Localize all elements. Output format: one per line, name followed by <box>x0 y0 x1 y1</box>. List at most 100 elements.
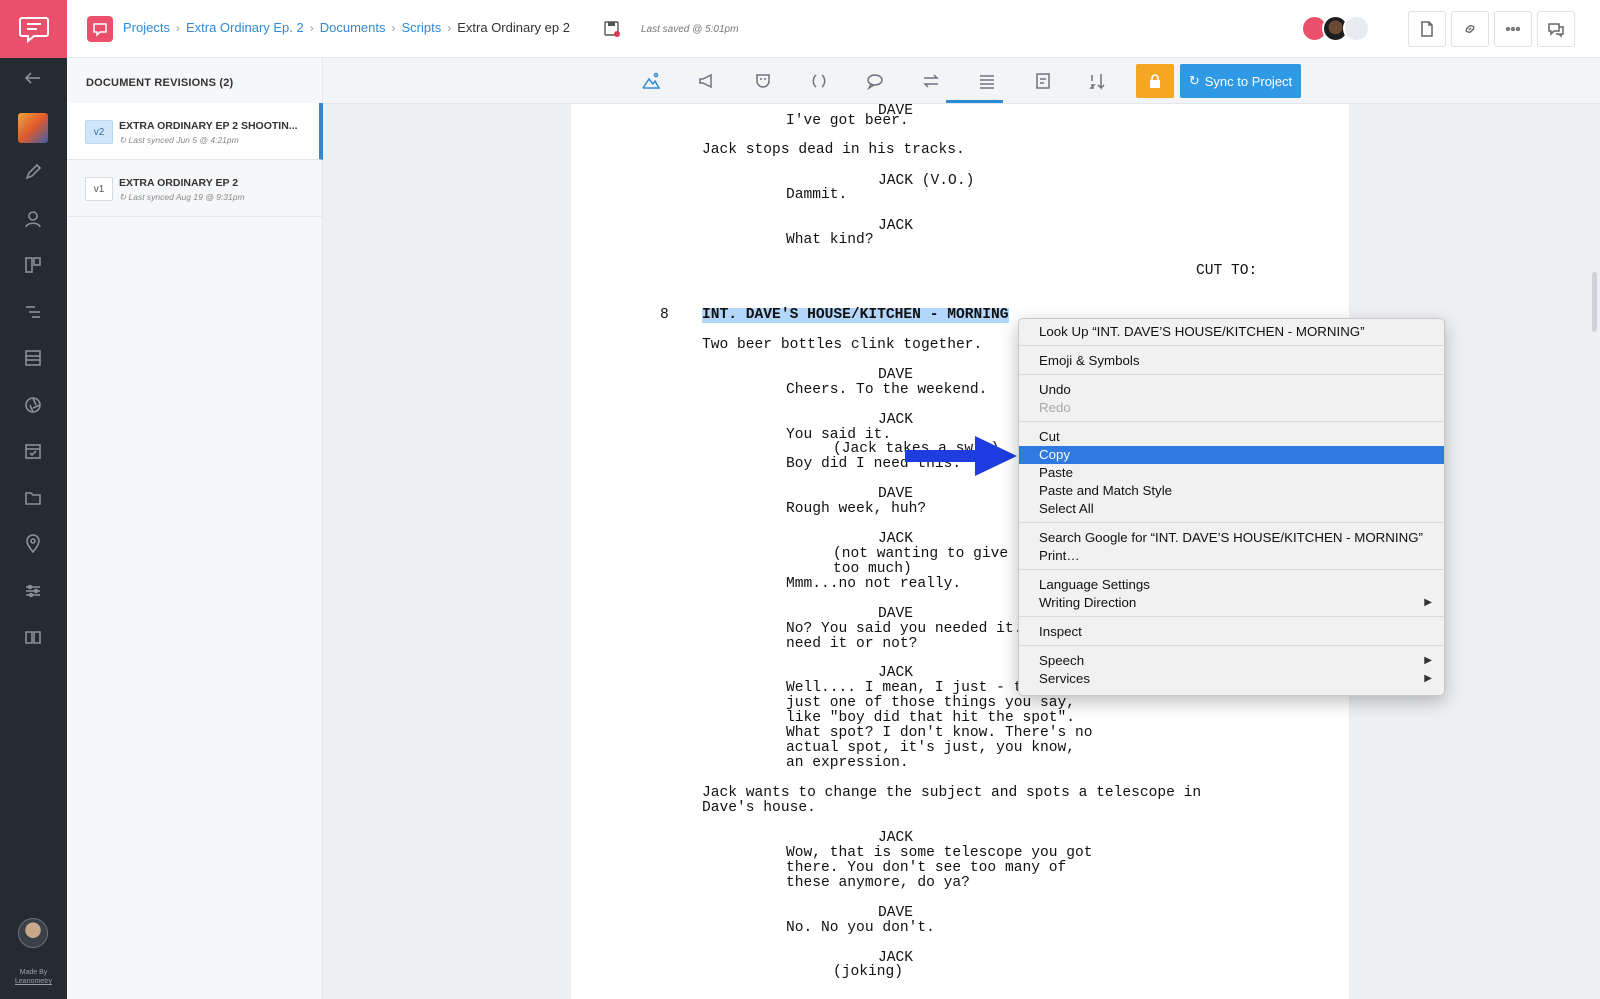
chevron-right-icon: › <box>391 20 396 35</box>
collaborator-avatars[interactable] <box>1301 15 1370 42</box>
menu-item-inspect[interactable]: Inspect <box>1019 623 1444 641</box>
folder-icon[interactable] <box>20 485 46 511</box>
revisions-sidebar: DOCUMENT REVISIONS (2) v2 EXTRA ORDINARY… <box>67 58 323 999</box>
scene-numbers-tool[interactable] <box>1083 66 1113 96</box>
arrow-annotation-icon <box>905 436 1017 476</box>
scene-tool[interactable] <box>636 66 666 96</box>
breadcrumb-documents[interactable]: Documents <box>320 20 386 35</box>
sync-icon: ↻ <box>1188 73 1200 88</box>
character-tool[interactable] <box>748 66 778 96</box>
pencil-icon[interactable] <box>20 159 46 185</box>
transition-tool[interactable] <box>916 66 946 96</box>
breadcrumb-projects[interactable]: Projects <box>123 20 170 35</box>
megaphone-icon <box>699 73 712 89</box>
dialogue-line: What spot? I don't know. There's no <box>786 725 1093 741</box>
user-avatar[interactable] <box>18 918 48 948</box>
dialogue-line: Wow, that is some telescope you got <box>786 845 1093 861</box>
ellipsis-icon <box>1505 26 1521 32</box>
menu-separator <box>1019 374 1444 375</box>
menu-item-search-google[interactable]: Search Google for “INT. DAVE’S HOUSE/KIT… <box>1019 529 1444 547</box>
action-tool[interactable] <box>692 66 722 96</box>
parentheses-icon <box>812 74 826 88</box>
character-cue: DAVE <box>878 486 914 502</box>
chevron-right-icon: › <box>447 20 452 35</box>
timeline-icon[interactable] <box>20 299 46 325</box>
menu-item-cut[interactable]: Cut <box>1019 428 1444 446</box>
comments-icon <box>1548 23 1564 38</box>
back-arrow-icon[interactable] <box>20 65 46 91</box>
more-options-button[interactable] <box>1494 11 1532 47</box>
revision-name: EXTRA ORDINARY EP 2 <box>119 177 239 189</box>
dialogue-line: No. No you don't. <box>786 920 935 936</box>
vertical-scrollbar[interactable] <box>1592 272 1597 332</box>
calendar-icon[interactable] <box>20 438 46 464</box>
version-badge: v2 <box>85 120 113 144</box>
character-cue: JACK <box>878 412 914 428</box>
revisions-title: DOCUMENT REVISIONS (2) <box>86 77 234 89</box>
share-link-button[interactable] <box>1451 11 1489 47</box>
character-cue: DAVE <box>878 367 914 383</box>
menu-item-print[interactable]: Print… <box>1019 547 1444 565</box>
app-logo[interactable] <box>0 0 67 58</box>
breadcrumb-scripts[interactable]: Scripts <box>402 20 442 35</box>
add-member-icon[interactable] <box>1343 15 1370 42</box>
dialogue-line: What kind? <box>786 232 874 248</box>
breadcrumb-project[interactable]: Extra Ordinary Ep. 2 <box>186 20 304 35</box>
menu-item-emoji-symbols[interactable]: Emoji & Symbols <box>1019 352 1444 370</box>
mountains-icon <box>642 72 661 89</box>
menu-separator <box>1019 569 1444 570</box>
action-line: Jack wants to change the subject and spo… <box>702 785 1202 801</box>
book-icon[interactable] <box>20 624 46 650</box>
dialogue-line: Rough week, huh? <box>786 501 927 517</box>
dialogue-tool[interactable] <box>860 66 890 96</box>
link-icon <box>1465 25 1475 33</box>
action-line: Dave's house. <box>702 800 816 816</box>
active-tool-indicator <box>946 100 1003 103</box>
revision-item-v1[interactable]: v1 EXTRA ORDINARY EP 2 ↻ Last synced Aug… <box>67 160 323 217</box>
dialogue-line: Cheers. To the weekend. <box>786 382 988 398</box>
menu-item-paste[interactable]: Paste <box>1019 464 1444 482</box>
revision-item-v2[interactable]: v2 EXTRA ORDINARY EP 2 SHOOTIN... ↻ Last… <box>67 103 323 160</box>
menu-item-look-up[interactable]: Look Up “INT. DAVE’S HOUSE/KITCHEN - MOR… <box>1019 323 1444 341</box>
parenthetical-line: too much) <box>833 561 912 577</box>
dialogue-line: Dammit. <box>786 187 848 203</box>
revision-sync-time: ↻ Last synced Jun 5 @ 4:21pm <box>119 135 239 145</box>
storyboard-icon[interactable] <box>20 252 46 278</box>
user-icon[interactable] <box>20 206 46 232</box>
scene-number: 8 <box>660 307 669 323</box>
list-icon[interactable] <box>20 345 46 371</box>
made-by-credit[interactable]: Made By Leanometry <box>0 968 67 986</box>
transition-line: CUT TO: <box>1196 263 1258 279</box>
aperture-icon[interactable] <box>20 392 46 418</box>
comments-button[interactable] <box>1537 11 1575 47</box>
menu-item-speech[interactable]: Speech ▶ <box>1019 652 1444 670</box>
export-pdf-button[interactable] <box>1408 11 1446 47</box>
menu-item-copy[interactable]: Copy <box>1019 446 1444 464</box>
menu-item-language-settings[interactable]: Language Settings <box>1019 576 1444 594</box>
menu-separator <box>1019 345 1444 346</box>
menu-item-select-all[interactable]: Select All <box>1019 500 1444 518</box>
notes-tool[interactable] <box>1028 66 1058 96</box>
menu-item-services[interactable]: Services ▶ <box>1019 670 1444 688</box>
dialogue-line: need it or not? <box>786 636 918 652</box>
project-thumbnail[interactable] <box>18 113 48 143</box>
parenthetical-tool[interactable] <box>804 66 834 96</box>
save-disk-icon[interactable] <box>604 21 620 37</box>
sync-to-project-button[interactable]: ↻ Sync to Project <box>1180 64 1301 98</box>
sliders-icon[interactable] <box>20 578 46 604</box>
menu-item-undo[interactable]: Undo <box>1019 381 1444 399</box>
general-tool[interactable] <box>972 66 1002 96</box>
menu-item-writing-direction[interactable]: Writing Direction ▶ <box>1019 594 1444 612</box>
lock-icon <box>1150 74 1160 88</box>
revision-name: EXTRA ORDINARY EP 2 SHOOTIN... <box>119 120 298 132</box>
lock-button[interactable] <box>1136 64 1174 98</box>
dialogue-line: I've got beer. <box>786 113 909 129</box>
dialogue-line: like "boy did that hit the spot". <box>786 710 1076 726</box>
chat-logo-icon <box>18 17 49 44</box>
scene-heading-selected[interactable]: INT. DAVE'S HOUSE/KITCHEN - MORNING <box>702 308 1009 323</box>
location-pin-icon[interactable] <box>20 531 46 557</box>
left-rail: Made By Leanometry <box>0 0 67 999</box>
menu-item-paste-match-style[interactable]: Paste and Match Style <box>1019 482 1444 500</box>
mask-icon <box>756 74 770 88</box>
menu-separator <box>1019 522 1444 523</box>
